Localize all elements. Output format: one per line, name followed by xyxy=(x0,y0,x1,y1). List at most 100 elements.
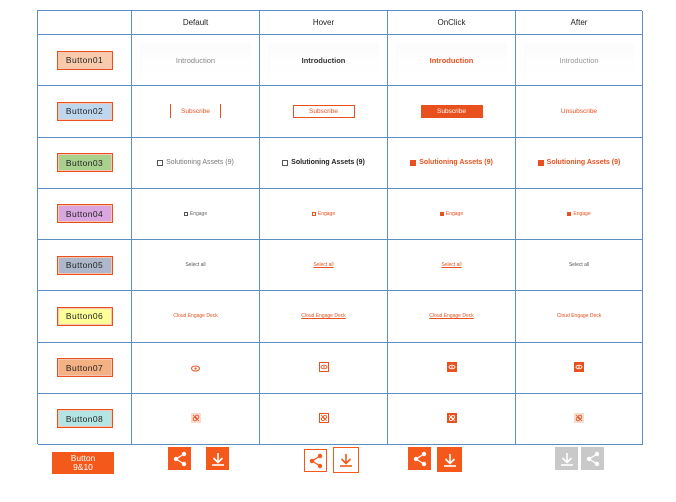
cell-after: Cloud Engage Deck xyxy=(516,291,643,343)
cell-hover: Engage xyxy=(260,188,388,240)
cell-default: Introduction xyxy=(132,35,260,87)
solutioning-assets-default[interactable]: Solutioning Assets (9) xyxy=(157,159,234,166)
cell-hover: Subscribe xyxy=(260,86,388,138)
cell-onclick: Select all xyxy=(388,240,516,292)
label: Solutioning Assets (9) xyxy=(546,159,621,167)
download-icon[interactable] xyxy=(437,447,462,472)
engage-default[interactable]: Engage xyxy=(183,211,207,217)
cell-after xyxy=(516,393,643,445)
checkbox-icon xyxy=(157,159,164,166)
row-label-cell: Button04 xyxy=(38,188,132,240)
cloud-engage-deck-default[interactable]: Cloud Engage Deck xyxy=(173,313,217,319)
checkbox-icon xyxy=(183,211,188,216)
button03-label[interactable]: Button03 xyxy=(56,153,113,173)
cell-hover: Solutioning Assets (9) xyxy=(260,137,388,189)
checkbox-checked-icon xyxy=(537,159,544,166)
introduction-onclick[interactable]: Introduction xyxy=(430,56,474,65)
button08-label[interactable]: Button08 xyxy=(56,409,113,429)
cell-default: Subscribe xyxy=(132,86,260,138)
eye-icon[interactable] xyxy=(446,359,457,377)
subscribe-label: Subscribe xyxy=(181,107,210,115)
cell-onclick: Engage xyxy=(388,188,516,240)
introduction-after[interactable]: Introduction xyxy=(559,56,598,65)
link-off-icon[interactable] xyxy=(190,410,201,428)
unsubscribe-after[interactable]: Unsubscribe xyxy=(561,108,597,115)
button-9-10[interactable]: Button 9&10 xyxy=(52,452,114,474)
checkbox-checked-icon xyxy=(439,211,444,216)
cell-onclick: Subscribe xyxy=(388,86,516,138)
cell-after: Unsubscribe xyxy=(516,86,643,138)
solutioning-assets-hover[interactable]: Solutioning Assets (9) xyxy=(282,159,365,166)
cell-hover: Cloud Engage Deck xyxy=(260,291,388,343)
eye-icon[interactable] xyxy=(191,359,200,377)
select-all-default[interactable]: Select all xyxy=(185,262,205,268)
cell-hover xyxy=(260,342,388,394)
button04-label[interactable]: Button04 xyxy=(56,204,113,224)
subscribe-hover[interactable]: Subscribe xyxy=(292,104,355,118)
row-label-cell: Button03 xyxy=(38,137,132,189)
button-states-table: Default Hover OnClick After Button01 Int… xyxy=(37,10,643,445)
header-after: After xyxy=(516,11,643,35)
row-label-cell: Button08 xyxy=(38,393,132,445)
button05-label[interactable]: Button05 xyxy=(56,255,113,275)
share-icon[interactable] xyxy=(168,447,191,470)
download-icon[interactable] xyxy=(206,447,229,470)
divider xyxy=(219,104,221,119)
engage-onclick[interactable]: Engage xyxy=(439,210,464,217)
cell-default: Solutioning Assets (9) xyxy=(132,137,260,189)
header-hover: Hover xyxy=(260,11,388,35)
cell-default xyxy=(132,342,260,394)
label: Solutioning Assets (9) xyxy=(419,159,493,167)
cloud-engage-deck-onclick[interactable]: Cloud Engage Deck xyxy=(429,313,473,319)
download-icon[interactable] xyxy=(333,447,359,473)
engage-after[interactable]: Engage xyxy=(567,211,591,217)
link-off-icon[interactable] xyxy=(446,410,457,428)
cell-default: Engage xyxy=(132,188,260,240)
share-icon[interactable] xyxy=(304,449,327,472)
row-label-cell: Button02 xyxy=(38,86,132,138)
select-all-hover[interactable]: Select all xyxy=(313,262,333,268)
cell-hover: Introduction xyxy=(260,35,388,87)
cell-onclick: Introduction xyxy=(388,35,516,87)
solutioning-assets-after[interactable]: Solutioning Assets (9) xyxy=(537,159,621,167)
checkbox-checked-icon xyxy=(567,211,572,216)
header-default: Default xyxy=(132,11,260,35)
subscribe-onclick[interactable]: Subscribe xyxy=(420,104,483,118)
link-off-icon[interactable] xyxy=(574,410,584,428)
select-all-after[interactable]: Select all xyxy=(569,262,589,268)
cell-after: Select all xyxy=(516,240,643,292)
engage-hover[interactable]: Engage xyxy=(311,210,336,217)
button06-label[interactable]: Button06 xyxy=(56,306,113,326)
select-all-onclick[interactable]: Select all xyxy=(441,262,461,268)
cell-default: Cloud Engage Deck xyxy=(132,291,260,343)
checkbox-checked-icon xyxy=(410,159,417,166)
cloud-engage-deck-after[interactable]: Cloud Engage Deck xyxy=(557,313,601,319)
share-icon[interactable] xyxy=(581,447,604,470)
link-off-icon[interactable] xyxy=(318,410,329,428)
subscribe-default[interactable]: Subscribe xyxy=(170,104,221,119)
row-label-cell: Button07 xyxy=(38,342,132,394)
cell-hover xyxy=(260,393,388,445)
introduction-hover[interactable]: Introduction xyxy=(302,56,346,65)
eye-icon[interactable] xyxy=(318,359,329,377)
checkbox-icon xyxy=(282,159,289,166)
solutioning-assets-onclick[interactable]: Solutioning Assets (9) xyxy=(410,159,493,166)
label: Engage xyxy=(317,210,336,217)
cell-onclick xyxy=(388,393,516,445)
cell-after xyxy=(516,342,643,394)
button02-label[interactable]: Button02 xyxy=(56,101,113,121)
eye-icon[interactable] xyxy=(574,359,584,377)
button01-label[interactable]: Button01 xyxy=(56,50,113,70)
introduction-default[interactable]: Introduction xyxy=(176,56,215,65)
divider xyxy=(170,104,172,119)
label: Engage xyxy=(445,210,464,217)
cell-hover: Select all xyxy=(260,240,388,292)
download-icon[interactable] xyxy=(555,447,578,470)
button07-label[interactable]: Button07 xyxy=(56,358,113,378)
cloud-engage-deck-hover[interactable]: Cloud Engage Deck xyxy=(301,313,345,319)
share-icon[interactable] xyxy=(408,447,431,470)
row-label-cell: Button06 xyxy=(38,291,132,343)
header-empty xyxy=(38,11,132,35)
button-9-10-line2: 9&10 xyxy=(73,462,93,472)
cell-after: Engage xyxy=(516,188,643,240)
